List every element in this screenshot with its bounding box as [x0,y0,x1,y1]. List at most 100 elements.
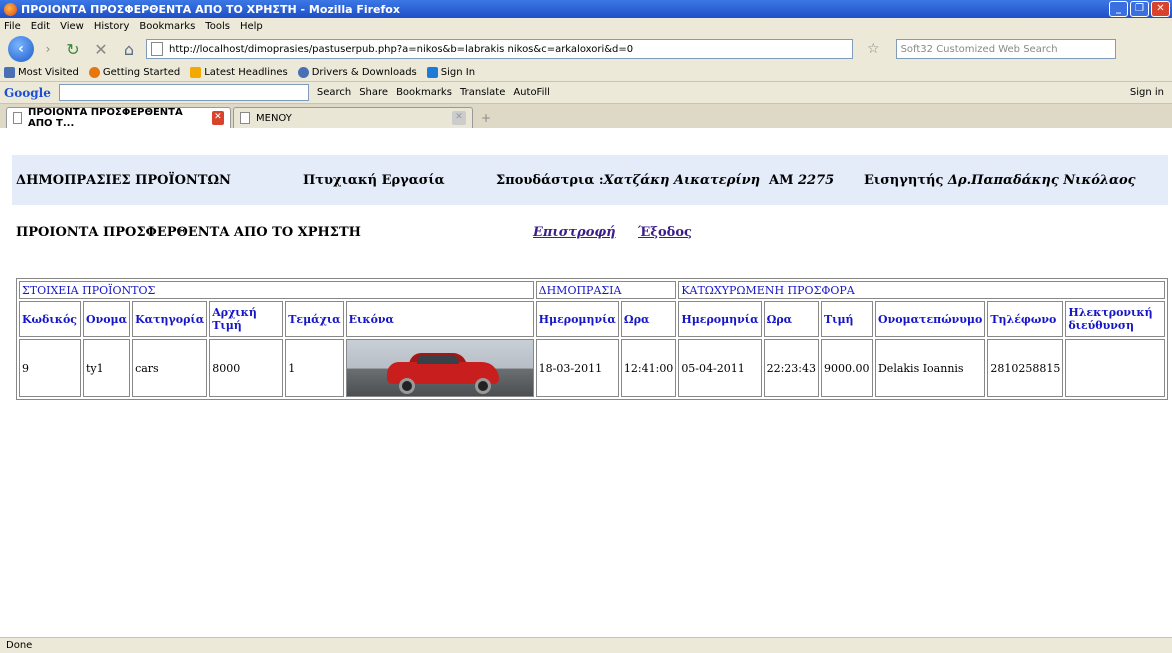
page-subtitle: ΠΡΟΙΟΝΤΑ ΠΡΟΣΦΕΡΘΕΝΤΑ ΑΠΟ ΤΟ ΧΡΗΣΤΗ [16,225,361,240]
google-toolbar: Google Search Share Bookmarks Translate … [0,82,1172,104]
bookmark-sign-in[interactable]: Sign In [426,67,476,78]
cell-fullname: Delakis Ioannis [874,339,986,397]
cell-quantity: 1 [285,339,344,397]
tab-strip: ΠΡΟΙΟΝΤΑ ΠΡΟΣΦΕΡΘΕΝΤΑ ΑΠΟ Τ... ✕ MENOY ✕… [0,104,1172,129]
minimize-button[interactable]: _ [1109,1,1128,17]
google-logo: Google [4,85,51,100]
window-title: ΠΡΟΙΟΝΤΑ ΠΡΟΣΦΕΡΘΕΝΤΑ ΑΠΟ ΤΟ ΧΡΗΣΤΗ - Mo… [21,2,400,16]
col-header: Τηλέφωνο [987,301,1064,337]
bookmark-most-visited[interactable]: Most Visited [4,67,79,78]
tab-menu[interactable]: MENOY ✕ [233,107,473,128]
am-label: AM 2275 [769,173,834,188]
cell-offer-time: 22:23:43 [763,339,819,397]
col-header: Ωρα [763,301,819,337]
page-icon [13,112,22,124]
google-translate-button[interactable]: Translate [460,87,505,98]
google-share-button[interactable]: Share [359,87,388,98]
menu-bookmarks[interactable]: Bookmarks [139,21,195,32]
table-row: 9 ty1 cars 8000 1 18-03-2011 12:41:00 05… [19,339,1165,397]
supervisor-name: Δρ.Παπαδάκης Νικόλαος [947,172,1136,188]
cell-phone: 2810258815 [987,339,1064,397]
tab-products[interactable]: ΠΡΟΙΟΝΤΑ ΠΡΟΣΦΕΡΘΕΝΤΑ ΑΠΟ Τ... ✕ [6,107,231,129]
new-tab-button[interactable]: + [475,111,497,128]
stop-icon[interactable]: ✕ [90,40,112,59]
cell-price: 9000.00 [820,339,873,397]
google-autofill-button[interactable]: AutoFill [513,87,550,98]
exit-link[interactable]: Έξοδος [638,225,692,240]
car-window [416,355,459,364]
col-header: Ημερομηνία [678,301,762,337]
col-header: Κατηγορία [132,301,208,337]
reload-icon[interactable]: ↻ [62,40,84,59]
cell-code: 9 [19,339,81,397]
bookmark-label: Sign In [440,67,476,78]
bookmark-label: Most Visited [18,67,79,78]
window-titlebar: ΠΡΟΙΟΝΤΑ ΠΡΟΣΦΕΡΘΕΝΤΑ ΑΠΟ ΤΟ ΧΡΗΣΤΗ - Mo… [0,0,1172,18]
back-button[interactable]: ‹ [8,36,34,62]
col-header: Τιμή [820,301,873,337]
tab-label: MENOY [256,112,292,124]
bookmark-drivers-downloads[interactable]: Drivers & Downloads [297,67,417,78]
forward-button[interactable]: › [40,39,56,59]
page-icon [151,42,163,56]
menu-history[interactable]: History [94,21,130,32]
col-header: Κωδικός [19,301,81,337]
cell-offer-date: 05-04-2011 [678,339,762,397]
menu-bar: File Edit View History Bookmarks Tools H… [0,18,1172,34]
maximize-button[interactable]: ❐ [1130,1,1149,17]
back-link[interactable]: Επιστροφή [533,225,616,240]
group-awarded-offer: ΚΑΤΩΧΥΡΩΜΕΝΗ ΠΡΟΣΦΟΡΑ [678,281,1165,299]
windows-live-icon [426,67,438,78]
cell-image [345,339,534,397]
menu-file[interactable]: File [4,21,21,32]
col-header: Ωρα [620,301,677,337]
cell-auction-date: 18-03-2011 [535,339,619,397]
rss-icon [190,67,202,78]
close-window-button[interactable]: ✕ [1151,1,1170,17]
close-tab-icon[interactable]: ✕ [211,111,224,125]
col-header: Τεμάχια [285,301,344,337]
google-signin-link[interactable]: Sign in [1130,87,1164,98]
menu-edit[interactable]: Edit [31,21,50,32]
col-header: Ονοματεπώνυμο [874,301,986,337]
bookmark-getting-started[interactable]: Getting Started [88,67,181,78]
bookmark-latest-headlines[interactable]: Latest Headlines [190,67,288,78]
col-header: Εικόνα [345,301,534,337]
bookmark-label: Drivers & Downloads [311,67,417,78]
cell-name: ty1 [83,339,131,397]
student-label: Σπουδάστρια :Χατζάκη Αικατερίνη [496,173,760,188]
google-search-button[interactable]: Search [317,87,351,98]
close-tab-icon[interactable]: ✕ [452,111,466,125]
url-bar[interactable]: http://localhost/dimoprasies/pastuserpub… [146,39,853,59]
student-name: Χατζάκη Αικατερίνη [603,172,761,188]
car-wheel [398,378,415,394]
firefox-logo-icon [4,2,17,16]
search-input[interactable]: Soft32 Customized Web Search [895,39,1116,59]
menu-help[interactable]: Help [240,21,263,32]
student-label-text: Σπουδάστρια : [496,172,604,188]
drivers-icon [297,67,309,78]
bookmark-star-icon[interactable]: ☆ [867,41,880,57]
cell-email [1065,339,1165,397]
col-header: Ηλεκτρονική διεύθυνση [1065,301,1165,337]
subtitle-row: ΠΡΟΙΟΝΤΑ ΠΡΟΣΦΕΡΘΕΝΤΑ ΑΠΟ ΤΟ ΧΡΗΣΤΗ Επισ… [16,225,1156,245]
products-table: ΣΤΟΙΧΕΙΑ ΠΡΟΪΟΝΤΟΣ ΔΗΜΟΠΡΑΣΙΑ ΚΑΤΩΧΥΡΩΜΕ… [16,278,1168,400]
search-placeholder: Soft32 Customized Web Search [900,43,1058,55]
supervisor-label-text: Εισηγητής [864,172,944,188]
col-header: Ημερομηνία [535,301,619,337]
col-header: Ονομα [83,301,131,337]
cell-auction-time: 12:41:00 [620,339,677,397]
home-icon[interactable]: ⌂ [118,40,140,59]
col-header: Αρχική Τιμή [209,301,284,337]
google-bookmarks-button[interactable]: Bookmarks [396,87,452,98]
car-wheel [474,378,491,394]
menu-view[interactable]: View [60,21,84,32]
cell-category: cars [132,339,208,397]
menu-tools[interactable]: Tools [205,21,230,32]
supervisor-label: Εισηγητής Δρ.Παπαδάκης Νικόλαος [864,173,1136,188]
url-text: http://localhost/dimoprasies/pastuserpub… [169,43,634,55]
am-value: 2275 [798,172,835,188]
google-search-input[interactable] [58,84,309,101]
group-product-info: ΣΤΟΙΧΕΙΑ ΠΡΟΪΟΝΤΟΣ [19,281,534,299]
bookmark-label: Getting Started [102,67,181,78]
